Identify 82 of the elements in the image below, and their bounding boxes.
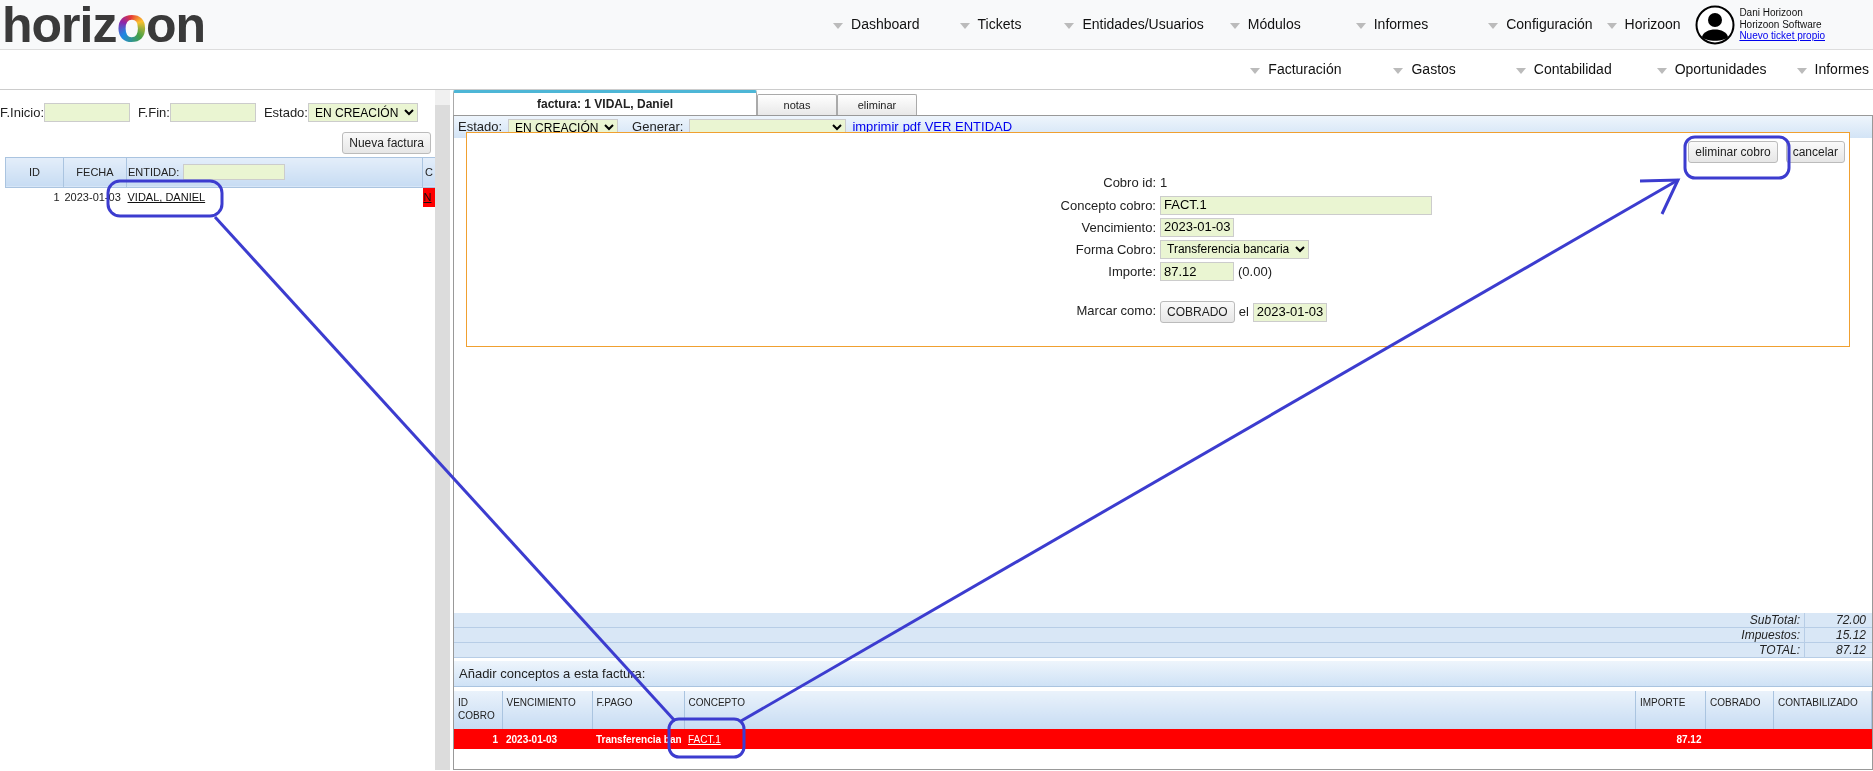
caret-icon: [1796, 68, 1807, 74]
nav-menu-item[interactable]: Contabilidad: [1515, 59, 1612, 80]
total-label: Impuestos:: [1741, 628, 1800, 642]
status-dropdown[interactable]: EN CREACIÓN: [307, 103, 418, 123]
nav-menu-item[interactable]: Configuración: [1488, 14, 1593, 35]
nav-menu-item[interactable]: Módulos: [1229, 14, 1301, 35]
table-cell: 87.12: [1635, 729, 1706, 749]
field-label: Generar:: [632, 118, 684, 137]
input-field[interactable]: 87.12: [1160, 261, 1234, 281]
column-header: CONTABILIZADO: [1773, 691, 1872, 729]
logo-text: horizoon: [1, 0, 206, 50]
column-header: ID COBRO: [454, 691, 502, 729]
table-cell: 1: [5, 187, 64, 207]
date-field[interactable]: [44, 103, 131, 123]
table-cell: 1: [454, 729, 502, 749]
total-label: SubTotal:: [1749, 613, 1800, 627]
nav-menu-item[interactable]: Horizoon: [1606, 14, 1681, 35]
nav-menu-item[interactable]: Tickets: [959, 14, 1022, 35]
filter-label: F.Fin:: [138, 104, 170, 122]
total-label: TOTAL:: [1759, 643, 1800, 657]
tab[interactable]: notas: [757, 93, 837, 115]
avatar-icon: [1695, 4, 1736, 45]
scrollbar[interactable]: [435, 90, 450, 770]
tab[interactable]: eliminar: [837, 93, 917, 115]
total-value: 87.12: [1835, 643, 1866, 657]
filter-label: F.Inicio:: [0, 104, 45, 122]
nav-menu-item[interactable]: Dashboard: [833, 14, 920, 35]
nav-menu-item[interactable]: Gastos: [1393, 59, 1456, 80]
table-cell: 2023-01-03: [502, 729, 592, 749]
company-name: Horizoon Software: [1739, 18, 1823, 31]
mark-paid-button[interactable]: COBRADO: [1160, 301, 1235, 323]
nav-menu-item[interactable]: Facturación: [1250, 59, 1342, 80]
column-header: ID: [5, 157, 64, 187]
caret-icon: [1606, 23, 1617, 29]
date-field[interactable]: [169, 103, 256, 123]
field-label: Importe:: [1107, 262, 1156, 281]
nav-menu-item[interactable]: Informes: [1355, 14, 1429, 35]
total-value: 15.12: [1835, 628, 1866, 642]
nav-menu-item[interactable]: Entidades/Usuarios: [1064, 14, 1204, 35]
caret-icon: [1229, 23, 1240, 29]
ticket-link[interactable]: Nuevo ticket propio: [1739, 30, 1825, 42]
field-label: Cobro id:: [1102, 174, 1156, 192]
entity-link[interactable]: VIDAL, DANIEL: [127, 191, 206, 203]
column-header: IMPORTE: [1635, 691, 1706, 729]
caret-icon: [1515, 68, 1526, 74]
input-field[interactable]: 2023-01-03: [1160, 217, 1234, 237]
field-value: 1: [1160, 174, 1168, 192]
field-label: el: [1238, 303, 1249, 322]
field-label: Concepto cobro:: [1059, 196, 1156, 215]
dialog-button[interactable]: cancelar: [1785, 141, 1845, 163]
total-value: 72.00: [1835, 613, 1866, 627]
caret-icon: [1250, 68, 1261, 74]
column-header: ENTIDAD:: [128, 164, 180, 180]
input-field[interactable]: FACT.1: [1160, 195, 1432, 215]
column-header: VENCIMIENTO: [502, 691, 592, 729]
column-header: COBRADO: [1705, 691, 1774, 729]
caret-icon: [1064, 23, 1075, 29]
caret-icon: [1656, 68, 1667, 74]
field-note: (0.00): [1238, 262, 1272, 281]
nav-menu-item[interactable]: Informes: [1796, 59, 1869, 80]
tab[interactable]: factura: 1 VIDAL, Daniel: [453, 90, 757, 115]
field-label: Forma Cobro:: [1074, 240, 1156, 259]
nav-menu-item[interactable]: Oportunidades: [1656, 59, 1767, 80]
field-label: Estado:: [458, 118, 503, 137]
user-name: Dani Horizoon: [1739, 7, 1804, 19]
concept-link[interactable]: FACT.1: [688, 733, 721, 745]
field-label: Marcar como:: [1075, 302, 1156, 320]
field-label: Vencimiento:: [1080, 218, 1156, 237]
column-header: F.PAGO: [592, 691, 684, 729]
filter-field[interactable]: [183, 164, 286, 180]
column-header: FECHA: [63, 157, 127, 187]
caret-icon: [833, 23, 844, 29]
caret-icon: [959, 23, 970, 29]
caret-icon: [1393, 68, 1404, 74]
caret-icon: [1488, 23, 1499, 29]
date-field[interactable]: 2023-01-03: [1252, 302, 1327, 322]
payment-method-dropdown[interactable]: Transferencia bancaria: [1160, 239, 1309, 259]
column-header: CONCEPTO: [684, 691, 1636, 729]
filter-label: Estado:: [263, 104, 308, 122]
caret-icon: [1355, 23, 1366, 29]
new-invoice-button[interactable]: Nueva factura: [342, 131, 431, 154]
dialog-button[interactable]: eliminar cobro: [1688, 141, 1778, 163]
